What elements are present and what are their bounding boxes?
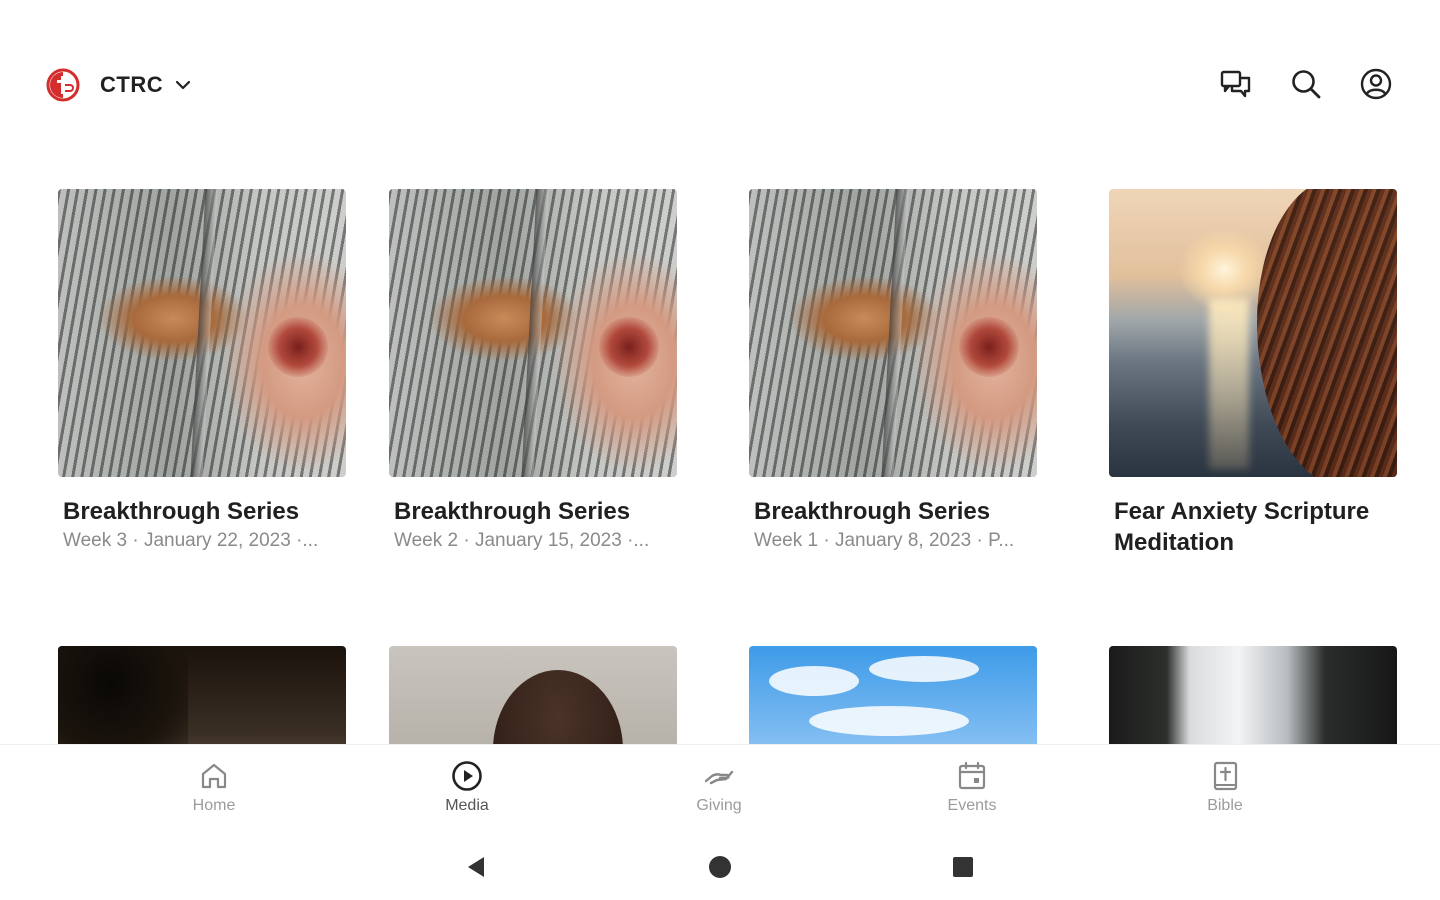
messages-icon [1220,70,1251,98]
nav-label-home: Home [192,797,236,814]
media-card-title: Fear Anxiety Scripture Meditation [1114,498,1370,556]
account-icon [1360,68,1392,100]
account-button[interactable] [1356,64,1396,104]
media-card[interactable] [389,646,677,744]
media-card[interactable] [1109,646,1397,744]
system-back-button[interactable] [462,852,492,882]
nav-label-media: Media [445,797,489,814]
org-name: CTRC [100,72,164,97]
nav-item-media[interactable]: Media [407,759,527,815]
calendar-icon [958,761,986,790]
media-card-title: Breakthrough Series [394,498,631,525]
media-thumbnail [58,189,346,477]
nav-item-giving[interactable]: Giving [659,759,779,815]
media-thumbnail [1109,189,1397,477]
media-card[interactable]: Breakthrough Series Week 3 · January 22,… [58,189,346,554]
chevron-down-icon [176,80,191,90]
media-thumbnail [389,189,677,477]
system-navigation-bar [0,836,1440,900]
media-card-subtitle: Week 2 · January 15, 2023 ·... [394,530,650,551]
nav-label-giving: Giving [696,797,742,814]
bible-icon [1213,761,1238,791]
nav-item-home[interactable]: Home [154,759,274,815]
nav-item-events[interactable]: Events [912,759,1032,815]
media-card-title: Breakthrough Series [63,498,300,525]
home-icon [201,763,227,789]
giving-hand-icon [704,770,734,785]
media-thumbnail [58,646,346,744]
media-card-title: Breakthrough Series [754,498,991,525]
search-icon [1292,70,1321,99]
system-recents-button[interactable] [948,852,978,882]
recents-icon [953,857,973,877]
media-card[interactable]: Fear Anxiety Scripture Meditation [1109,189,1397,558]
church-logo-icon [46,68,80,102]
bottom-navigation: Home Media Giving Events Bible [0,744,1440,836]
media-card[interactable] [58,646,346,744]
media-thumbnail [389,646,677,744]
media-thumbnail [749,189,1037,477]
nav-label-bible: Bible [1207,797,1243,814]
nav-label-events: Events [947,797,997,814]
media-card[interactable]: Breakthrough Series Week 2 · January 15,… [389,189,677,554]
messages-button[interactable] [1216,64,1256,104]
play-circle-icon [452,761,482,791]
media-card-subtitle: Week 3 · January 22, 2023 ·... [63,530,319,551]
media-card-subtitle: Week 1 · January 8, 2023 · P... [754,530,1015,551]
media-card[interactable]: Breakthrough Series Week 1 · January 8, … [749,189,1037,554]
media-thumbnail [1109,646,1397,744]
nav-item-bible[interactable]: Bible [1165,759,1285,815]
media-card[interactable] [749,646,1037,744]
app-header: CTRC [0,0,1440,170]
media-thumbnail [749,646,1037,744]
org-switcher[interactable]: CTRC [46,66,193,104]
search-button[interactable] [1286,64,1326,104]
home-circle-icon [709,856,731,878]
back-icon [468,857,484,877]
system-home-button[interactable] [705,852,735,882]
